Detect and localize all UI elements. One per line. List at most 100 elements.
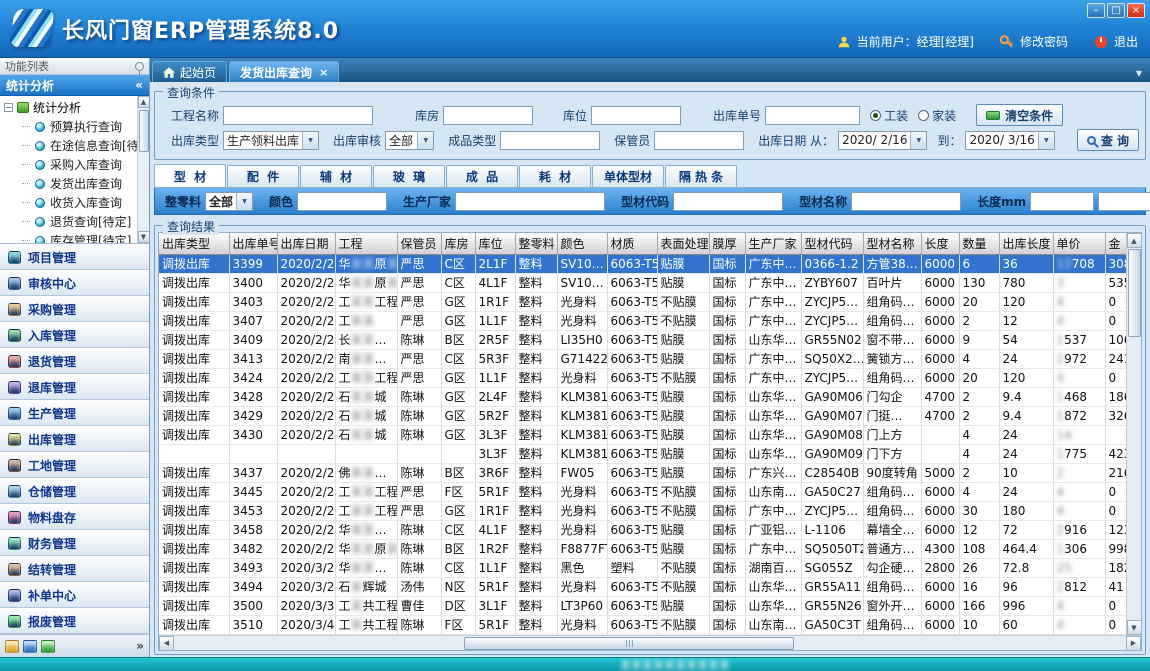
table-row[interactable]: 调拨出库34032020/2/25工某某工程严思G区1R1F整料光身料6063-… xyxy=(159,292,1126,311)
tree-scroll-thumb[interactable] xyxy=(139,110,149,152)
sidebar-item-project-mgmt[interactable]: 项目管理 xyxy=(0,244,149,270)
chevron-down-icon[interactable]: ▼ xyxy=(417,132,433,149)
scroll-up-icon[interactable]: ▲ xyxy=(138,96,150,108)
column-header[interactable]: 生产厂家 xyxy=(745,233,801,254)
column-header[interactable]: 表面处理 xyxy=(657,233,709,254)
column-header[interactable]: 型材名称 xyxy=(863,233,921,254)
jiazhuang-radio[interactable] xyxy=(918,110,929,121)
tree-item-purchase-inbound-query[interactable]: 采购入库查询 xyxy=(0,155,149,174)
horizontal-scroll-thumb[interactable] xyxy=(464,637,794,650)
chevron-down-icon[interactable]: ▼ xyxy=(1038,132,1054,149)
column-header[interactable]: 金 xyxy=(1105,233,1126,254)
sidebar-overflow-button[interactable]: » xyxy=(136,639,144,653)
column-header[interactable]: 型材代码 xyxy=(801,233,863,254)
scroll-left-icon[interactable]: ◀ xyxy=(159,636,174,651)
scroll-right-icon[interactable]: ▶ xyxy=(1126,636,1141,651)
table-row[interactable]: 调拨出库34072020/2/25工某某严思G区1L1F整料光身料6063-T5… xyxy=(159,311,1126,330)
table-row[interactable]: 调拨出库34302020/2/26石某某城陈琳G区3L3F整料KLM381760… xyxy=(159,425,1126,444)
sidebar-item-return-goods-mgmt[interactable]: 退货管理 xyxy=(0,348,149,374)
table-row[interactable]: 调拨出库33992020/2/25华某某原某严思C区2L1F整料SV10…606… xyxy=(159,254,1126,273)
folder-icon[interactable] xyxy=(5,640,19,653)
length-min-input[interactable] xyxy=(1030,192,1094,211)
tab-close-icon[interactable]: × xyxy=(319,66,328,79)
sidebar-item-replenish-center[interactable]: 补单中心 xyxy=(0,582,149,608)
vertical-scrollbar[interactable]: ▲ ▼ xyxy=(1126,233,1141,635)
table-row[interactable]: 调拨出库34292020/2/26石某某城陈琳G区5R2F整料KLM381760… xyxy=(159,406,1126,425)
tab-fitting[interactable]: 配 件 xyxy=(227,165,299,187)
column-header[interactable]: 库房 xyxy=(441,233,475,254)
tab-shipping-outbound-query[interactable]: 发货出库查询 × xyxy=(229,61,339,82)
date-to-picker[interactable]: 2020/ 3/16 ▼ xyxy=(965,131,1054,150)
horizontal-scrollbar[interactable]: ◀ ▶ xyxy=(159,635,1141,650)
sidebar-item-production-mgmt[interactable]: 生产管理 xyxy=(0,400,149,426)
column-header[interactable]: 膜厚 xyxy=(709,233,745,254)
table-row[interactable]: 调拨出库34282020/2/26石某某城陈琳G区2L4F整料KLM381760… xyxy=(159,387,1126,406)
tab-consumable[interactable]: 耗 材 xyxy=(519,165,591,187)
tab-finished[interactable]: 成 品 xyxy=(446,165,518,187)
column-header[interactable]: 数量 xyxy=(959,233,999,254)
sidebar-item-finance-mgmt[interactable]: 财务管理 xyxy=(0,530,149,556)
outbound-type-select[interactable]: 生产领料出库 ▼ xyxy=(223,131,319,150)
tree-item-return-query[interactable]: 退货查询[待定] xyxy=(0,212,149,231)
maximize-button[interactable]: □ xyxy=(1107,3,1125,18)
tree-item-stock-mgmt-query[interactable]: 库存管理[待定] xyxy=(0,231,149,244)
table-row[interactable]: 调拨出库34582020/2/28华某某…陈琳C区4L1F整料光身料6063-T… xyxy=(159,520,1126,539)
location-input[interactable] xyxy=(591,106,681,125)
minimize-button[interactable]: – xyxy=(1087,3,1105,18)
length-max-input[interactable] xyxy=(1098,192,1150,211)
query-button[interactable]: 查 询 xyxy=(1077,129,1139,151)
color-input[interactable] xyxy=(297,192,387,211)
table-row[interactable]: 调拨出库34132020/2/26南某某…严思C区5R3F整料G71422606… xyxy=(159,349,1126,368)
tab-auxiliary[interactable]: 辅 材 xyxy=(300,165,372,187)
list-icon[interactable] xyxy=(41,640,55,653)
audit-select[interactable]: 全部 ▼ xyxy=(385,131,434,150)
tab-profile[interactable]: 型 材 xyxy=(154,164,226,187)
order-no-input[interactable] xyxy=(765,106,860,125)
sidebar-item-outbound-mgmt[interactable]: 出库管理 xyxy=(0,426,149,452)
scroll-down-icon[interactable]: ▼ xyxy=(1127,620,1142,635)
table-row[interactable]: 调拨出库34932020/3/2华某某…陈琳C区1L1F整料黑色塑料不贴膜国标湖… xyxy=(159,558,1126,577)
table-row[interactable]: 调拨出库34092020/2/25长某某…陈琳B区2R5F整料LI35H0606… xyxy=(159,330,1126,349)
tree-scrollbar[interactable]: ▲ ▼ xyxy=(137,96,149,243)
profile-code-input[interactable] xyxy=(673,192,783,211)
table-row[interactable]: 调拨出库34532020/2/28工某某工程严思G区1R1F整料光身料6063-… xyxy=(159,501,1126,520)
sidebar-item-purchase-mgmt[interactable]: 采购管理 xyxy=(0,296,149,322)
chevron-down-icon[interactable]: ▼ xyxy=(910,132,926,149)
close-button[interactable]: × xyxy=(1127,3,1145,18)
sidebar-item-return-store-mgmt[interactable]: 退库管理 xyxy=(0,374,149,400)
project-name-input[interactable] xyxy=(223,106,373,125)
tree-item-transit-info-query[interactable]: 在途信息查询[待 xyxy=(0,136,149,155)
logout-link[interactable]: 退出 xyxy=(1114,33,1138,50)
column-header[interactable]: 出库类型 xyxy=(159,233,229,254)
table-row[interactable]: 调拨出库34002020/2/25华某某原某严思C区4L1F整料SV10…606… xyxy=(159,273,1126,292)
profile-name-input[interactable] xyxy=(851,192,961,211)
column-header[interactable]: 材质 xyxy=(607,233,657,254)
collapse-icon[interactable]: « xyxy=(135,78,143,92)
column-header[interactable]: 单价 xyxy=(1053,233,1105,254)
tree-root[interactable]: − 统计分析 xyxy=(0,98,149,117)
pin-icon[interactable] xyxy=(135,62,144,71)
table-row[interactable]: 调拨出库35102020/3/4工某共工程陈琳F区5R1F整料光身料6063-T… xyxy=(159,615,1126,634)
tree-expand-icon[interactable]: − xyxy=(4,103,13,112)
computer-icon[interactable] xyxy=(23,640,37,653)
clear-conditions-button[interactable]: 清空条件 xyxy=(976,104,1063,126)
table-row[interactable]: 调拨出库35002020/3/3工某共工程曹佳D区3L1F整料LT3P60606… xyxy=(159,596,1126,615)
tab-glass[interactable]: 玻 璃 xyxy=(373,165,445,187)
table-row[interactable]: 调拨出库34372020/2/27佛某某…陈琳B区3R6F整料FW056063-… xyxy=(159,463,1126,482)
column-header[interactable]: 长度 xyxy=(921,233,959,254)
change-password-link[interactable]: 修改密码 xyxy=(1020,33,1068,50)
column-header[interactable]: 出库长度 xyxy=(999,233,1053,254)
tab-single-profile[interactable]: 单体型材 xyxy=(592,165,664,187)
column-header[interactable]: 库位 xyxy=(475,233,515,254)
table-row[interactable]: 3L3F整料KLM38176063-T5贴膜国标山东华…GA90M09…门下方4… xyxy=(159,444,1126,463)
table-row[interactable]: 调拨出库34822020/2/28华某某原某陈琳B区1R2F整料F8877FT6… xyxy=(159,539,1126,558)
keeper-input[interactable] xyxy=(654,131,744,150)
table-row[interactable]: 调拨出库34942020/3/2石某辉城汤伟N区5R1F整料光身料6063-T5… xyxy=(159,577,1126,596)
whole-scrap-select[interactable]: 全部 ▼ xyxy=(205,192,253,211)
warehouse-input[interactable] xyxy=(443,106,533,125)
product-type-input[interactable] xyxy=(500,131,600,150)
sidebar-item-scrap-mgmt[interactable]: 报废管理 xyxy=(0,608,149,634)
sidebar-item-warehouse-mgmt[interactable]: 仓储管理 xyxy=(0,478,149,504)
date-from-picker[interactable]: 2020/ 2/16 ▼ xyxy=(838,131,927,150)
column-header[interactable]: 出库日期 xyxy=(277,233,335,254)
